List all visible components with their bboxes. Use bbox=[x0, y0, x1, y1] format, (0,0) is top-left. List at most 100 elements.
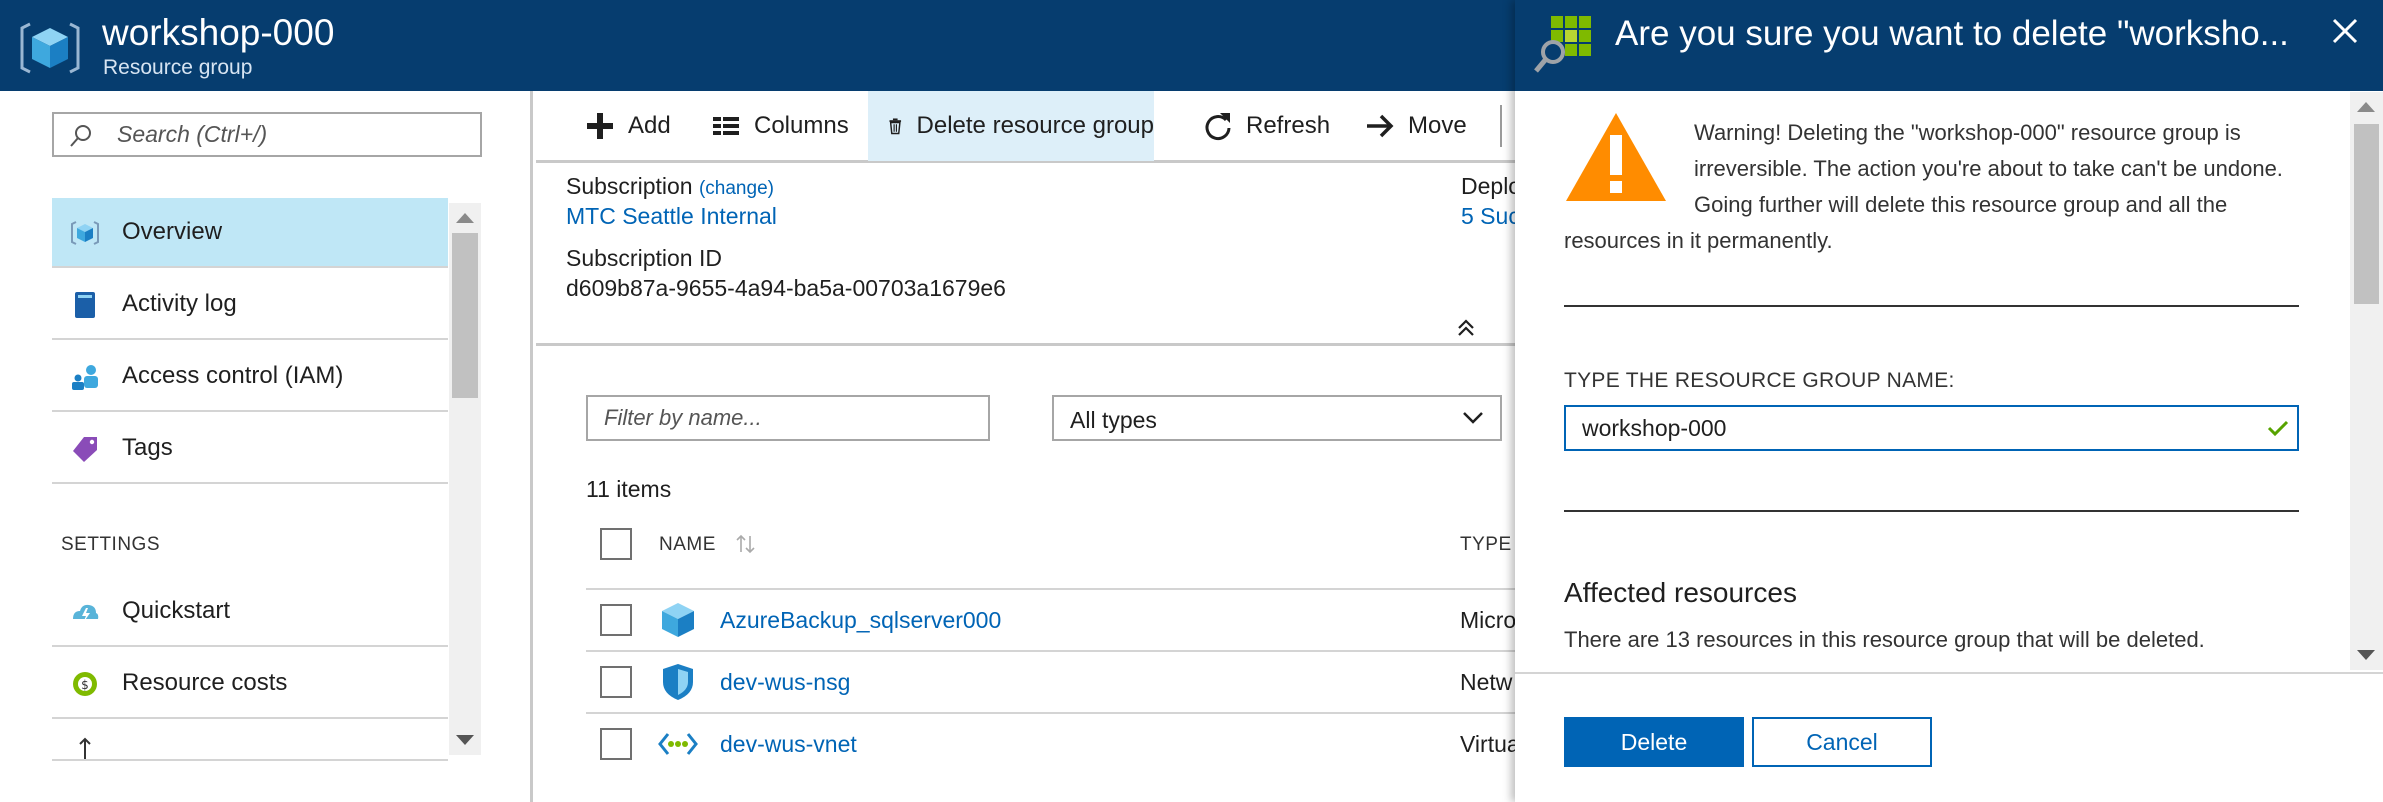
filter-box[interactable] bbox=[586, 395, 990, 441]
delete-resource-group-label: Delete resource group bbox=[916, 112, 1154, 139]
delete-confirmation-blade: Are you sure you want to delete "worksho… bbox=[1515, 0, 2383, 802]
types-dropdown[interactable]: All types bbox=[1052, 395, 1502, 441]
types-selected: All types bbox=[1070, 407, 1157, 433]
nav-label-iam: Access control (IAM) bbox=[122, 362, 344, 389]
select-all-checkbox[interactable] bbox=[600, 528, 632, 560]
blade-body: Warning! Deleting the "workshop-000" res… bbox=[1515, 91, 2383, 671]
delete-button[interactable]: Delete bbox=[1564, 717, 1744, 767]
nav-item-access-control[interactable]: Access control (IAM) bbox=[52, 342, 448, 412]
main-content: Add Columns Delete resource group Refres… bbox=[536, 91, 1521, 802]
row-divider bbox=[586, 712, 1515, 714]
chevron-down-icon bbox=[1463, 412, 1483, 424]
command-bar: Add Columns Delete resource group Refres… bbox=[536, 91, 1515, 163]
row-checkbox[interactable] bbox=[600, 666, 632, 698]
scroll-up-arrow[interactable] bbox=[456, 213, 474, 223]
refresh-label: Refresh bbox=[1246, 112, 1331, 139]
items-count: 11 items bbox=[586, 476, 672, 502]
overview-icon bbox=[71, 221, 99, 245]
add-label: Add bbox=[628, 112, 671, 139]
delete-resource-group-button[interactable]: Delete resource group bbox=[868, 91, 1154, 161]
scroll-up-arrow[interactable] bbox=[2357, 102, 2375, 112]
blade-header: Are you sure you want to delete "worksho… bbox=[1515, 0, 2383, 91]
resource-costs-icon: $ bbox=[73, 672, 97, 696]
deployments-icon bbox=[79, 737, 91, 759]
nav-item-tags[interactable]: Tags bbox=[52, 414, 448, 484]
deployments-label: Deplo bbox=[1461, 173, 1522, 199]
shield-icon bbox=[663, 664, 693, 700]
subscription-id-value: d609b87a-9655-4a94-ba5a-00703a1679e6 bbox=[566, 275, 1006, 301]
blade-title: Are you sure you want to delete "worksho… bbox=[1615, 14, 2289, 53]
nav-item-resource-costs[interactable]: $ Resource costs bbox=[52, 649, 448, 719]
checkmark-icon bbox=[2267, 420, 2289, 437]
svg-text:$: $ bbox=[81, 678, 89, 692]
resource-name-link[interactable]: dev-wus-vnet bbox=[720, 731, 857, 758]
columns-label: Columns bbox=[754, 112, 849, 139]
resource-name-link[interactable]: dev-wus-nsg bbox=[720, 669, 850, 696]
cube-icon bbox=[662, 603, 694, 637]
section-label-settings: SETTINGS bbox=[61, 534, 161, 555]
move-label: Move bbox=[1408, 112, 1467, 139]
deployments-link[interactable]: 5 Suc bbox=[1461, 203, 1520, 230]
confirm-name-label: TYPE THE RESOURCE GROUP NAME: bbox=[1564, 369, 1955, 392]
cancel-button[interactable]: Cancel bbox=[1752, 717, 1932, 767]
divider-line bbox=[1564, 305, 2299, 307]
confirm-name-field[interactable] bbox=[1564, 405, 2299, 451]
change-subscription-link[interactable]: (change) bbox=[699, 178, 774, 199]
tag-icon bbox=[73, 437, 97, 462]
essentials-divider bbox=[536, 343, 1515, 346]
refresh-icon bbox=[1205, 113, 1231, 141]
nav-item-overview[interactable]: Overview bbox=[52, 198, 448, 268]
column-header-type[interactable]: TYPE bbox=[1460, 534, 1512, 556]
blade-scrollbar[interactable] bbox=[2350, 92, 2383, 670]
warning-message: Warning! Deleting the "workshop-000" res… bbox=[1564, 115, 2309, 259]
row-checkbox[interactable] bbox=[600, 604, 632, 636]
subscription-label: Subscription (change) bbox=[566, 173, 774, 200]
resource-type: Micro bbox=[1460, 607, 1517, 633]
row-divider bbox=[586, 650, 1515, 652]
resource-type: Netw bbox=[1460, 669, 1513, 695]
columns-button[interactable]: Columns bbox=[710, 91, 849, 161]
subscription-label-text: Subscription bbox=[566, 173, 693, 199]
vnet-icon bbox=[658, 733, 698, 755]
nav-item-quickstart[interactable]: Quickstart bbox=[52, 577, 448, 647]
search-input[interactable] bbox=[117, 114, 477, 155]
nav-label-overview: Overview bbox=[122, 218, 223, 245]
nav-scroll-thumb[interactable] bbox=[452, 233, 478, 398]
nav-item-partial[interactable] bbox=[52, 721, 448, 761]
filter-input[interactable] bbox=[588, 397, 988, 439]
arrow-right-icon bbox=[1367, 114, 1394, 138]
sort-icon[interactable] bbox=[733, 532, 759, 556]
delete-resource-group-icon bbox=[1534, 16, 1591, 73]
page-title: workshop-000 bbox=[102, 12, 335, 53]
refresh-button[interactable]: Refresh bbox=[1202, 91, 1330, 161]
quickstart-icon bbox=[73, 604, 99, 623]
page-subtitle: Resource group bbox=[103, 56, 253, 79]
affected-resources-title: Affected resources bbox=[1564, 577, 1797, 608]
left-nav: Overview Activity log Access control (IA… bbox=[0, 91, 533, 802]
affected-resources-text: There are 13 resources in this resource … bbox=[1564, 627, 2205, 652]
resource-type: Virtua bbox=[1460, 731, 1520, 757]
nav-label-resource-costs: Resource costs bbox=[122, 669, 288, 696]
divider-line bbox=[1564, 510, 2299, 512]
scroll-down-arrow[interactable] bbox=[456, 735, 474, 745]
add-button[interactable]: Add bbox=[584, 91, 671, 161]
search-box[interactable] bbox=[52, 112, 482, 157]
subscription-value-link[interactable]: MTC Seattle Internal bbox=[566, 203, 777, 230]
resource-group-header: workshop-000 Resource group bbox=[0, 0, 1515, 91]
scroll-down-arrow[interactable] bbox=[2357, 650, 2375, 660]
resource-name-link[interactable]: AzureBackup_sqlserver000 bbox=[720, 607, 1001, 634]
nav-label-tags: Tags bbox=[122, 434, 173, 461]
close-icon[interactable] bbox=[2328, 14, 2362, 48]
column-header-name[interactable]: NAME bbox=[659, 534, 716, 556]
row-checkbox[interactable] bbox=[600, 728, 632, 760]
resource-group-icon bbox=[20, 22, 80, 74]
search-icon bbox=[70, 125, 91, 147]
nav-item-activity-log[interactable]: Activity log bbox=[52, 270, 448, 340]
confirm-name-input[interactable] bbox=[1566, 407, 2246, 449]
collapse-essentials-icon[interactable] bbox=[1453, 316, 1479, 340]
blade-scroll-thumb[interactable] bbox=[2354, 124, 2379, 304]
nav-scrollbar[interactable] bbox=[449, 203, 481, 755]
move-button[interactable]: Move bbox=[1364, 91, 1467, 161]
nav-label-activity-log: Activity log bbox=[122, 290, 237, 317]
columns-icon bbox=[713, 117, 739, 135]
